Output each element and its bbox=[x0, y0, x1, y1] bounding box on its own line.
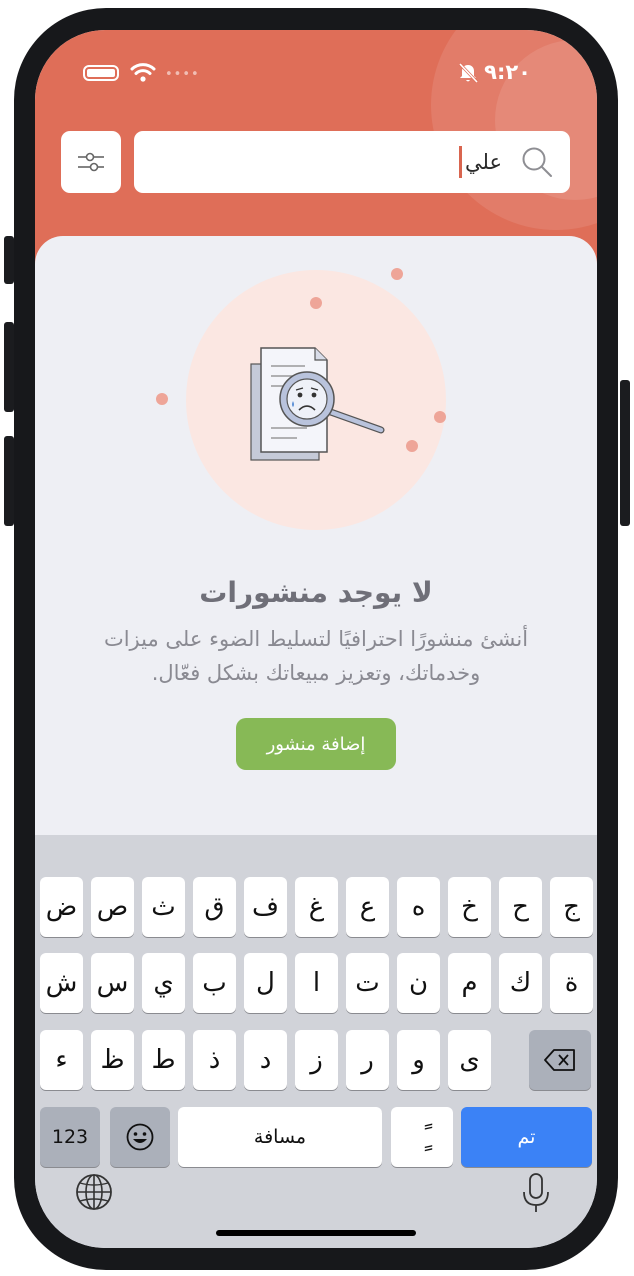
emoji-icon bbox=[126, 1123, 154, 1151]
numbers-key[interactable]: 123 bbox=[40, 1107, 100, 1167]
key[interactable]: م bbox=[448, 953, 491, 1013]
empty-state: لا يوجد منشورات أنشئ منشورًا احترافيًا ل… bbox=[35, 236, 597, 856]
mic-icon[interactable] bbox=[521, 1172, 551, 1214]
bell-slash-icon bbox=[458, 62, 479, 84]
key[interactable]: ى bbox=[448, 1030, 491, 1090]
wifi-icon bbox=[130, 63, 156, 82]
emoji-key[interactable] bbox=[110, 1107, 170, 1167]
empty-search-illustration bbox=[250, 347, 385, 461]
screen: •••• ٩:٢٠ علي لا يوجد منشورات أنشئ منشور… bbox=[35, 30, 597, 1248]
battery-icon bbox=[83, 65, 119, 81]
key[interactable]: ة bbox=[550, 953, 593, 1013]
keyboard: ضصثقفغعهخحج شسيبلاتنمكة ءظطذدزروى 123 مس… bbox=[35, 835, 597, 1248]
key[interactable]: ص bbox=[91, 877, 134, 937]
home-indicator bbox=[216, 1230, 416, 1236]
key[interactable]: ظ bbox=[91, 1030, 134, 1090]
key[interactable]: و bbox=[397, 1030, 440, 1090]
key[interactable]: ت bbox=[346, 953, 389, 1013]
key[interactable]: ا bbox=[295, 953, 338, 1013]
key[interactable]: ر bbox=[346, 1030, 389, 1090]
key[interactable]: ح bbox=[499, 877, 542, 937]
decorative-dot bbox=[434, 411, 446, 423]
side-button-power bbox=[620, 380, 630, 526]
side-button-action bbox=[4, 236, 14, 284]
diacritic-key[interactable]: ًٍ bbox=[391, 1107, 453, 1167]
empty-state-description-line: أنشئ منشورًا احترافيًا لتسليط الضوء على … bbox=[103, 627, 529, 651]
add-post-button[interactable]: إضافة منشور bbox=[236, 718, 396, 770]
space-key[interactable]: مسافة bbox=[178, 1107, 382, 1167]
key[interactable]: ف bbox=[244, 877, 287, 937]
key[interactable]: د bbox=[244, 1030, 287, 1090]
decorative-dot bbox=[156, 393, 168, 405]
decorative-dot bbox=[406, 440, 418, 452]
key[interactable]: ن bbox=[397, 953, 440, 1013]
empty-state-title: لا يوجد منشورات bbox=[199, 576, 433, 609]
key[interactable]: ق bbox=[193, 877, 236, 937]
side-button-volume-down bbox=[4, 436, 14, 526]
key[interactable]: ك bbox=[499, 953, 542, 1013]
search-icon bbox=[522, 147, 552, 177]
key[interactable]: ض bbox=[40, 877, 83, 937]
key[interactable]: ث bbox=[142, 877, 185, 937]
key[interactable]: ء bbox=[40, 1030, 83, 1090]
decorative-dot bbox=[391, 268, 403, 280]
empty-state-description: أنشئ منشورًا احترافيًا لتسليط الضوء على … bbox=[75, 622, 557, 690]
key[interactable]: ز bbox=[295, 1030, 338, 1090]
empty-state-description-line: وخدماتك، وتعزيز مبيعاتك بشكل فعّال. bbox=[151, 661, 481, 685]
key[interactable]: ذ bbox=[193, 1030, 236, 1090]
cellular-signal-icon: •••• bbox=[165, 67, 200, 82]
text-cursor bbox=[459, 146, 462, 178]
key[interactable]: ش bbox=[40, 953, 83, 1013]
key[interactable]: ب bbox=[193, 953, 236, 1013]
search-input[interactable]: علي bbox=[134, 131, 570, 193]
key[interactable]: ل bbox=[244, 953, 287, 1013]
backspace-icon bbox=[544, 1049, 575, 1071]
key[interactable]: خ bbox=[448, 877, 491, 937]
globe-icon[interactable] bbox=[75, 1173, 113, 1211]
key[interactable]: س bbox=[91, 953, 134, 1013]
decorative-dot bbox=[310, 297, 322, 309]
key[interactable]: ع bbox=[346, 877, 389, 937]
key[interactable]: غ bbox=[295, 877, 338, 937]
filter-sliders-icon bbox=[78, 152, 104, 172]
status-time: ٩:٢٠ bbox=[484, 60, 531, 84]
done-key[interactable]: تم bbox=[461, 1107, 592, 1167]
backspace-key[interactable] bbox=[529, 1030, 591, 1090]
search-input-value: علي bbox=[465, 150, 502, 174]
key[interactable]: ه bbox=[397, 877, 440, 937]
key[interactable]: ي bbox=[142, 953, 185, 1013]
key[interactable]: ط bbox=[142, 1030, 185, 1090]
key[interactable]: ج bbox=[550, 877, 593, 937]
side-button-volume-up bbox=[4, 322, 14, 412]
filter-button[interactable] bbox=[61, 131, 121, 193]
